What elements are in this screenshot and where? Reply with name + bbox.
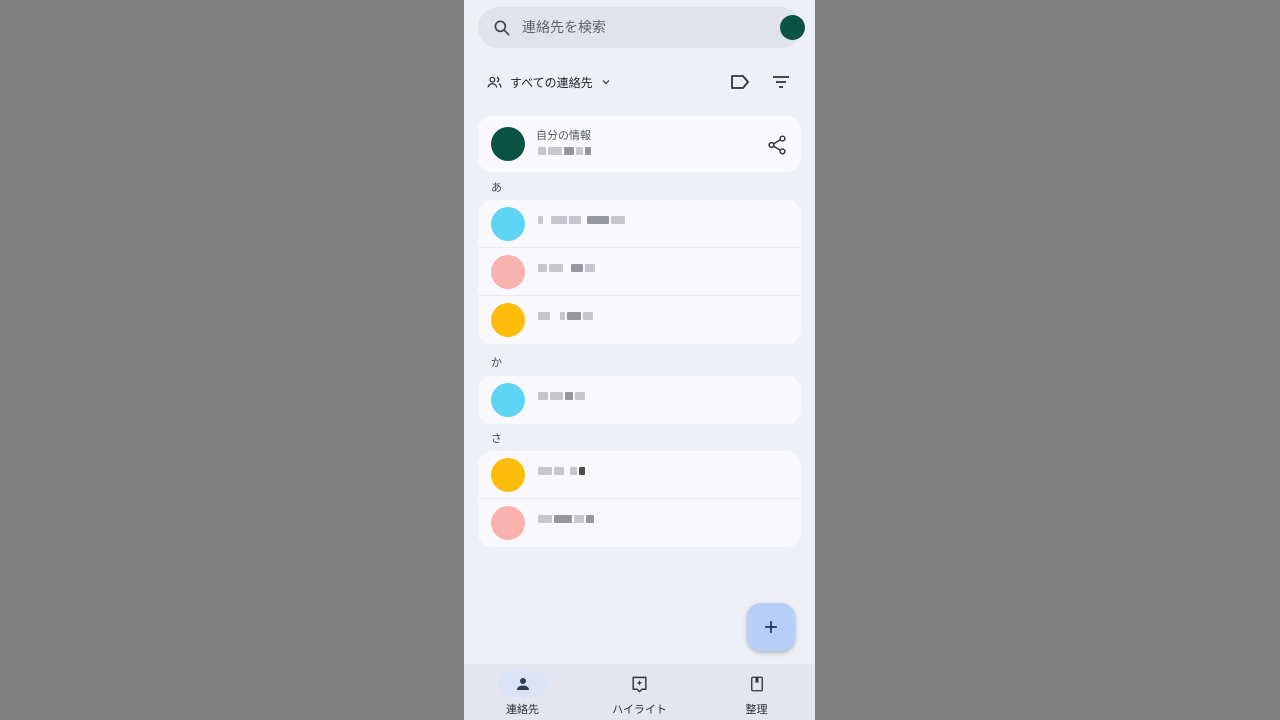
nav-tab-label: 連絡先	[506, 703, 539, 716]
people-icon	[487, 76, 502, 88]
nav-tab-organize[interactable]: 整理	[698, 664, 815, 720]
contact-avatar	[491, 458, 525, 492]
section-header: あ	[491, 181, 502, 194]
contact-row[interactable]	[478, 248, 801, 296]
filter-icon[interactable]	[769, 70, 793, 94]
contact-group	[478, 376, 801, 424]
bottom-navigation: 連絡先 ハイライト 整理	[464, 664, 815, 720]
contact-avatar	[491, 207, 525, 241]
contacts-filter-dropdown[interactable]: すべての連絡先	[486, 72, 612, 92]
contact-name-redacted	[538, 515, 594, 523]
nav-tab-contacts[interactable]: 連絡先	[464, 664, 581, 720]
contact-name-redacted	[538, 392, 585, 400]
contact-name-redacted	[538, 312, 593, 320]
search-input[interactable]	[522, 7, 752, 48]
nav-tab-label: 整理	[745, 703, 768, 716]
nav-tab-highlights[interactable]: ハイライト	[581, 664, 698, 720]
contact-name-redacted	[538, 467, 585, 475]
label-icon[interactable]	[728, 70, 752, 94]
account-avatar[interactable]	[780, 15, 805, 40]
contact-row[interactable]	[478, 200, 801, 248]
nav-tab-label: ハイライト	[612, 703, 667, 716]
contact-avatar	[491, 383, 525, 417]
contact-row[interactable]	[478, 296, 801, 344]
section-header: さ	[491, 432, 502, 445]
plus-icon	[765, 621, 777, 633]
my-avatar	[491, 127, 525, 161]
toolbar: すべての連絡先	[464, 62, 815, 102]
search-bar[interactable]	[478, 7, 805, 48]
contact-avatar	[491, 303, 525, 337]
section-header: か	[491, 356, 502, 369]
contacts-app-screen: すべての連絡先 自分の情報 あ か さ	[464, 0, 815, 720]
contact-row[interactable]	[478, 499, 801, 547]
contact-row[interactable]	[478, 451, 801, 499]
filter-label: すべての連絡先	[510, 75, 593, 90]
contact-row[interactable]	[478, 376, 801, 424]
share-icon[interactable]	[766, 134, 788, 156]
contact-name-redacted	[538, 216, 625, 224]
person-icon	[516, 678, 529, 690]
contact-group	[478, 200, 801, 344]
bookmark-icon	[750, 676, 763, 692]
contact-group	[478, 451, 801, 547]
my-info-name-redacted	[538, 147, 591, 155]
my-info-card[interactable]: 自分の情報	[478, 116, 801, 172]
chevron-down-icon	[602, 80, 610, 85]
contact-avatar	[491, 506, 525, 540]
search-icon	[494, 20, 510, 36]
contact-name-redacted	[538, 264, 595, 272]
my-info-label: 自分の情報	[536, 129, 591, 142]
contact-avatar	[491, 255, 525, 289]
highlight-icon	[632, 676, 647, 692]
add-contact-button[interactable]	[747, 603, 795, 651]
